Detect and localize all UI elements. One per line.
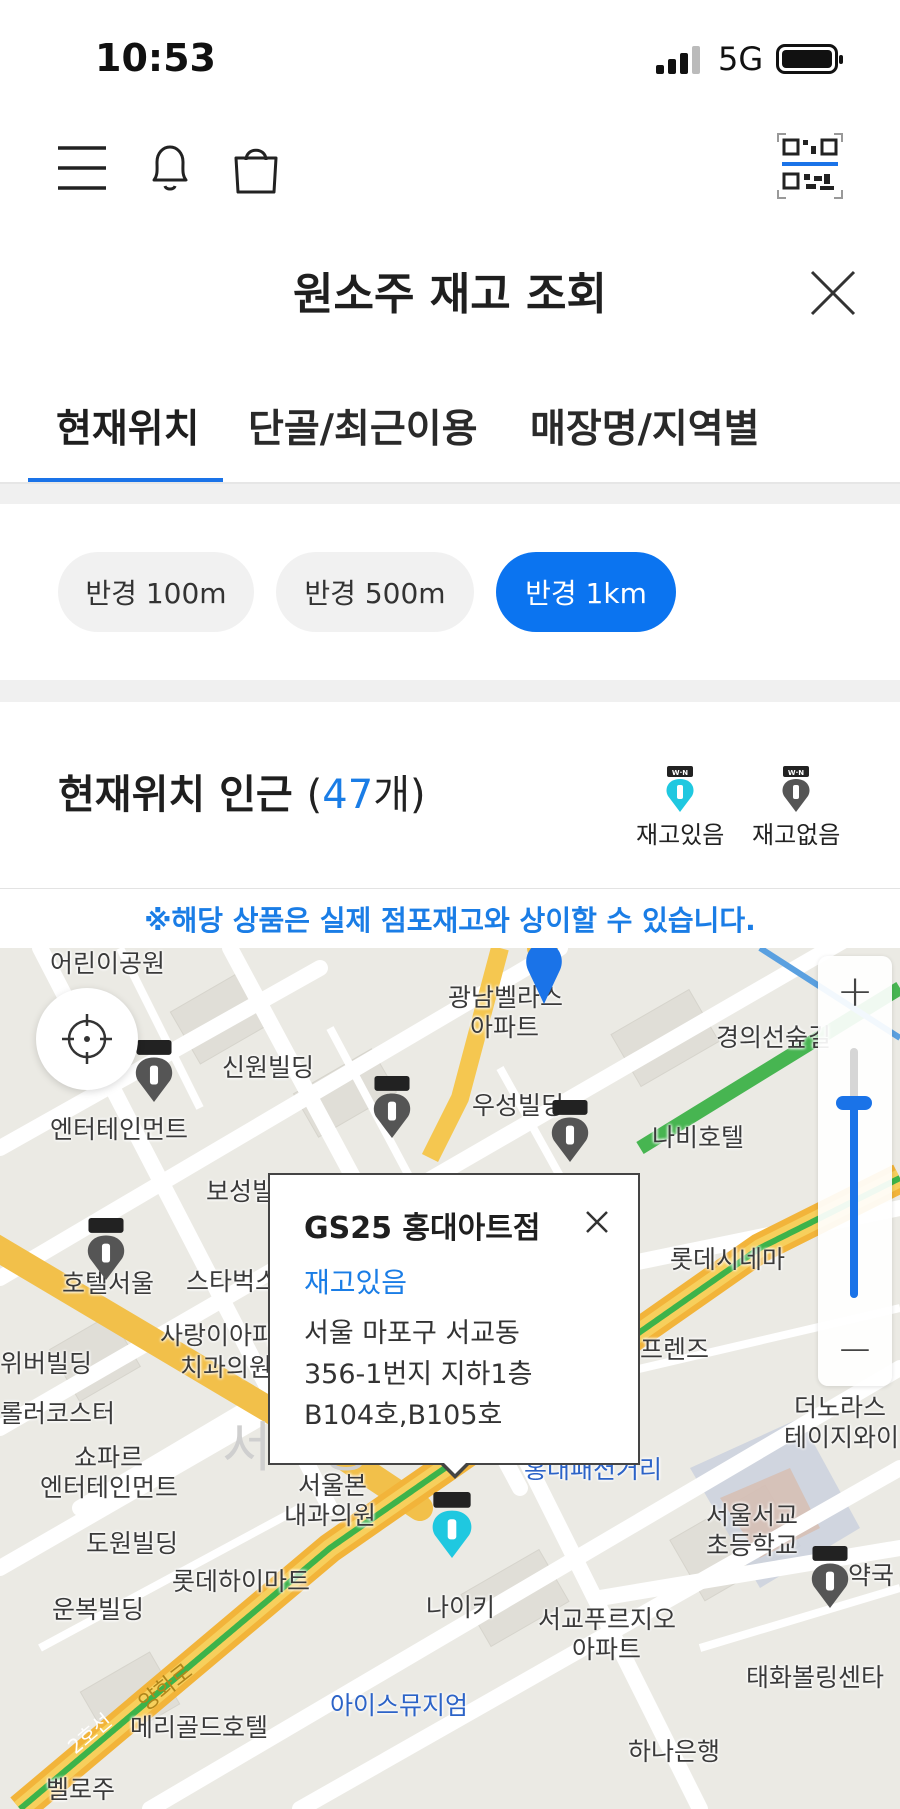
menu-icon[interactable] (56, 142, 108, 194)
map-label: 초등학교 (706, 1531, 799, 1560)
address-line: 서울 마포구 서교동 (304, 1318, 520, 1349)
qr-code-icon[interactable] (776, 132, 844, 200)
map-label: 위버빌딩 (0, 1349, 93, 1378)
out-of-stock-marker-icon: W·N (782, 766, 810, 812)
count-suffix: 개) (373, 772, 426, 818)
nearby-title: 현재위치 인근 (58, 772, 293, 818)
stock-notice: ※해당 상품은 실제 점포재고와 상이할 수 있습니다. (0, 888, 900, 949)
zoom-in-button[interactable]: + (818, 956, 892, 1026)
map-label: 롯데하이마트 (172, 1567, 311, 1596)
map-label: 엔터테인먼트 (50, 1115, 189, 1144)
battery-icon (776, 44, 843, 74)
shopping-bag-icon[interactable] (230, 142, 282, 194)
store-marker-out-of-stock[interactable] (370, 1076, 414, 1138)
network-type: 5G (718, 40, 764, 78)
my-location-button[interactable] (36, 988, 138, 1090)
legend-out-of-stock: 재고없음 (752, 821, 841, 849)
bell-icon[interactable] (144, 142, 196, 194)
map-label: 경의선숲길 (716, 1023, 832, 1052)
map-label: 치과의원 (180, 1353, 273, 1382)
svg-text:W·N: W·N (672, 769, 688, 777)
in-stock-marker-icon: W·N (666, 766, 694, 812)
store-marker-out-of-stock[interactable] (84, 1218, 128, 1280)
zoom-control: + − (818, 956, 892, 1386)
nearby-count: 47 (322, 772, 374, 818)
svg-text:W·N: W·N (788, 769, 804, 777)
radius-500m-chip[interactable]: 반경 500m (276, 552, 474, 632)
map-label: 아파트 (470, 1013, 540, 1042)
count-open: ( (306, 772, 323, 818)
store-marker-out-of-stock[interactable] (132, 1040, 176, 1102)
page-title: 원소주 재고 조회 (293, 269, 607, 320)
current-location-pin (526, 948, 562, 1004)
close-icon[interactable] (808, 268, 858, 318)
tab-favorite-recent[interactable]: 단골/최근이용 (248, 398, 478, 454)
map-label: 도원빌딩 (86, 1529, 179, 1558)
stock-status: 재고있음 (304, 1266, 408, 1299)
tab-store-region[interactable]: 매장명/지역별 (530, 398, 760, 454)
map-label: 나이키 (426, 1593, 496, 1622)
map-label: 스타벅스 (186, 1267, 279, 1296)
zoom-level-fill (850, 1102, 858, 1298)
status-time: 10:53 (95, 36, 216, 80)
active-tab-indicator (28, 478, 223, 482)
store-info-popup: GS25 홍대아트점 재고있음 서울 마포구 서교동 356-1번지 지하1층 … (268, 1173, 640, 1465)
map-label: 엔터테인먼트 (40, 1473, 179, 1502)
zoom-out-button[interactable]: − (818, 1314, 892, 1384)
map-label: 아파트 (572, 1635, 642, 1664)
signal-icon (656, 46, 700, 74)
store-marker-in-stock-selected[interactable] (428, 1492, 476, 1558)
map-label: 어린이공원 (50, 949, 166, 978)
map-label: 태화볼링센타 (746, 1663, 885, 1692)
map-label: 신원빌딩 (222, 1053, 315, 1082)
map-label: 벨로주 (46, 1775, 116, 1804)
popup-close-icon[interactable] (582, 1207, 612, 1237)
address-line: B104호,B105호 (304, 1400, 503, 1431)
tab-current-location[interactable]: 현재위치 (56, 398, 200, 454)
map-label: 사랑이아파 (160, 1321, 276, 1350)
nearby-heading: 현재위치 인근 (47개) (58, 762, 426, 820)
store-name: GS25 홍대아트점 (304, 1211, 541, 1246)
store-marker-out-of-stock[interactable] (808, 1546, 852, 1608)
popup-pointer-fill (442, 1461, 468, 1474)
radius-100m-chip[interactable]: 반경 100m (58, 552, 254, 632)
map-label: 운복빌딩 (52, 1595, 145, 1624)
radius-1km-chip[interactable]: 반경 1km (496, 552, 676, 632)
map-label: 프렌즈 (640, 1335, 710, 1364)
map-label: 약국 (848, 1561, 895, 1590)
map-label: 나비호텔 (652, 1123, 745, 1152)
map-label: 롤러코스터 (0, 1399, 116, 1428)
legend-in-stock: 재고있음 (636, 821, 725, 849)
section-divider (0, 484, 900, 504)
map-label: 내과의원 (284, 1501, 377, 1530)
section-divider (0, 680, 900, 702)
map-label: 아이스뮤지엄 (330, 1691, 469, 1720)
store-marker-out-of-stock[interactable] (548, 1100, 592, 1162)
map-label: 보성빌 (206, 1177, 276, 1206)
address-line: 356-1번지 지하1층 (304, 1359, 533, 1390)
map-label: 테이지와이 (784, 1423, 900, 1452)
map-label: 하나은행 (628, 1737, 721, 1766)
store-address: 서울 마포구 서교동 356-1번지 지하1층 B104호,B105호 (304, 1313, 624, 1436)
crosshair-icon (62, 1014, 112, 1064)
map-label: 롯데시네마 (670, 1245, 786, 1274)
zoom-slider-handle[interactable] (836, 1096, 872, 1110)
